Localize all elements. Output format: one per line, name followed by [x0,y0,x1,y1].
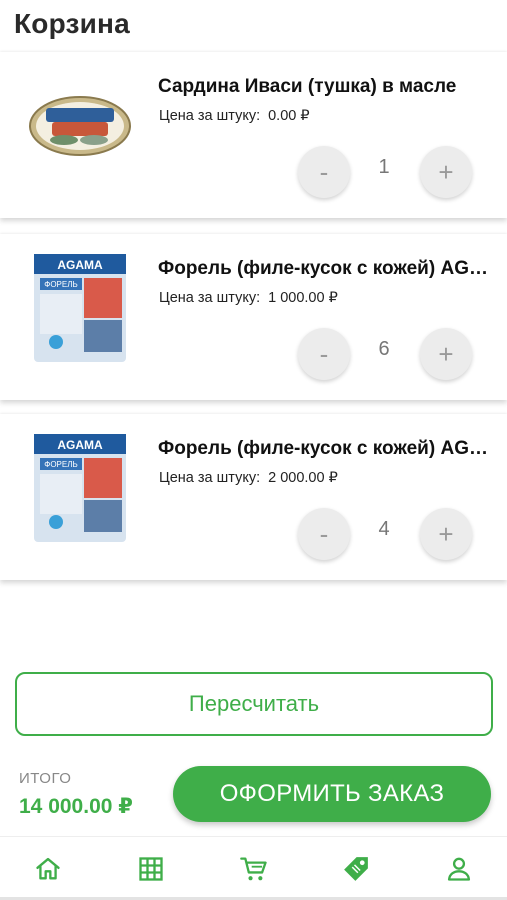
minus-icon: - [319,518,329,549]
product-name[interactable]: Форель (филе-кусок с кожей) AGAMA [158,258,492,280]
price-value: 1 000.00 ₽ [268,290,338,306]
cart-item[interactable]: AGAMA ФОРЕЛЬ Форель (филе-кусок с кожей)… [0,234,507,400]
quantity-value: 6 [378,338,390,360]
plus-icon: + [438,518,454,549]
nav-catalog[interactable] [131,849,171,889]
price-value: 2 000.00 ₽ [268,470,338,486]
cart-item[interactable]: AGAMA ФОРЕЛЬ Форель (филе-кусок с кожей)… [0,414,507,580]
nav-home[interactable] [28,849,68,889]
product-name[interactable]: Форель (филе-кусок с кожей) AGAMA [158,438,492,460]
price-label: Цена за штуку: [159,470,261,486]
total-label: ИТОГО [19,770,72,787]
price-row: Цена за штуку: 0.00 ₽ [159,108,310,124]
home-icon [36,857,60,880]
recalculate-button[interactable]: Пересчитать [15,672,493,736]
decrease-quantity-button[interactable]: - [298,328,350,380]
profile-icon [447,857,471,881]
increase-quantity-button[interactable]: + [420,146,472,198]
canned-sardine-product-image [29,96,131,156]
plus-icon: + [438,156,454,187]
decrease-quantity-button[interactable]: - [298,508,350,560]
product-image[interactable]: AGAMA ФОРЕЛЬ [24,432,136,544]
product-image[interactable]: AGAMA ФОРЕЛЬ [24,252,136,364]
trout-fillet-pack-image: AGAMA ФОРЕЛЬ [34,254,126,362]
bottom-navigation [0,836,507,900]
catalog-grid-icon [139,857,163,881]
cart-icon [240,857,267,881]
brand-text: AGAMA [57,438,103,452]
price-label: Цена за штуку: [159,290,261,306]
product-image[interactable] [24,70,136,182]
increase-quantity-button[interactable]: + [420,508,472,560]
nav-profile[interactable] [439,849,479,889]
total-value: 14 000.00 ₽ [19,795,133,818]
page-title: Корзина [14,8,130,39]
pack-label-text: ФОРЕЛЬ [44,280,77,289]
pack-label-text: ФОРЕЛЬ [44,460,77,469]
minus-icon: - [319,156,329,187]
price-row: Цена за штуку: 1 000.00 ₽ [159,290,338,306]
nav-promotions[interactable] [336,849,376,889]
price-label: Цена за штуку: [159,108,261,124]
cart-item[interactable]: Сардина Иваси (тушка) в масле Цена за шт… [0,52,507,218]
tag-icon [344,857,368,881]
price-value: 0.00 ₽ [268,108,310,124]
price-row: Цена за штуку: 2 000.00 ₽ [159,470,338,486]
nav-cart[interactable] [234,849,274,889]
trout-fillet-pack-image: AGAMA ФОРЕЛЬ [34,434,126,542]
quantity-value: 1 [378,156,390,178]
minus-icon: - [319,338,329,369]
brand-text: AGAMA [57,258,103,272]
increase-quantity-button[interactable]: + [420,328,472,380]
product-name[interactable]: Сардина Иваси (тушка) в масле [158,76,492,98]
decrease-quantity-button[interactable]: - [298,146,350,198]
quantity-value: 4 [378,518,390,540]
plus-icon: + [438,338,454,369]
checkout-button[interactable]: ОФОРМИТЬ ЗАКАЗ [173,766,491,822]
